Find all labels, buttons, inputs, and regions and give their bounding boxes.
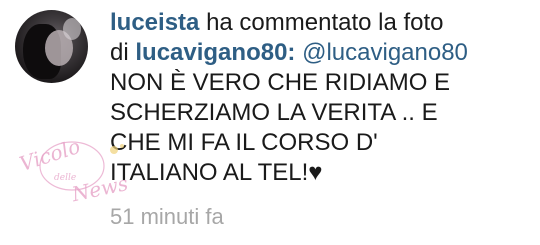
comment-body-line-3: CHE MI FA IL CORSO D' — [110, 129, 378, 156]
comment-body-line-1: NON È VERO CHE RIDIAMO E — [110, 69, 451, 96]
mention-link[interactable]: @lucavigano80 — [302, 39, 468, 66]
comment-body-line-2: SCHERZIAMO LA VERITA .. E — [110, 99, 438, 126]
svg-text:Vicolo: Vicolo — [17, 134, 84, 176]
comment-text-block: luceista ha commentato la foto di lucavi… — [110, 8, 530, 188]
comment-timestamp: 51 minuti fa — [110, 204, 224, 229]
comment-header-line-1: luceista ha commentato la foto — [110, 8, 530, 38]
comment-header-line-2: di lucavigano80: @lucavigano80 — [110, 38, 530, 68]
watermark-ring — [39, 141, 105, 191]
comment-preposition: di — [110, 39, 129, 66]
commenter-username[interactable]: luceista — [110, 9, 199, 36]
comment-notification: luceista ha commentato la foto di lucavi… — [0, 0, 540, 245]
photo-owner-username[interactable]: lucavigano80: — [135, 39, 295, 66]
comment-action-text: ha commentato la foto — [206, 9, 444, 36]
user-avatar[interactable] — [15, 10, 88, 83]
comment-body-line-4: ITALIANO AL TEL!♥ — [110, 159, 323, 186]
svg-text:delle: delle — [54, 173, 76, 183]
avatar-glare — [63, 18, 81, 40]
